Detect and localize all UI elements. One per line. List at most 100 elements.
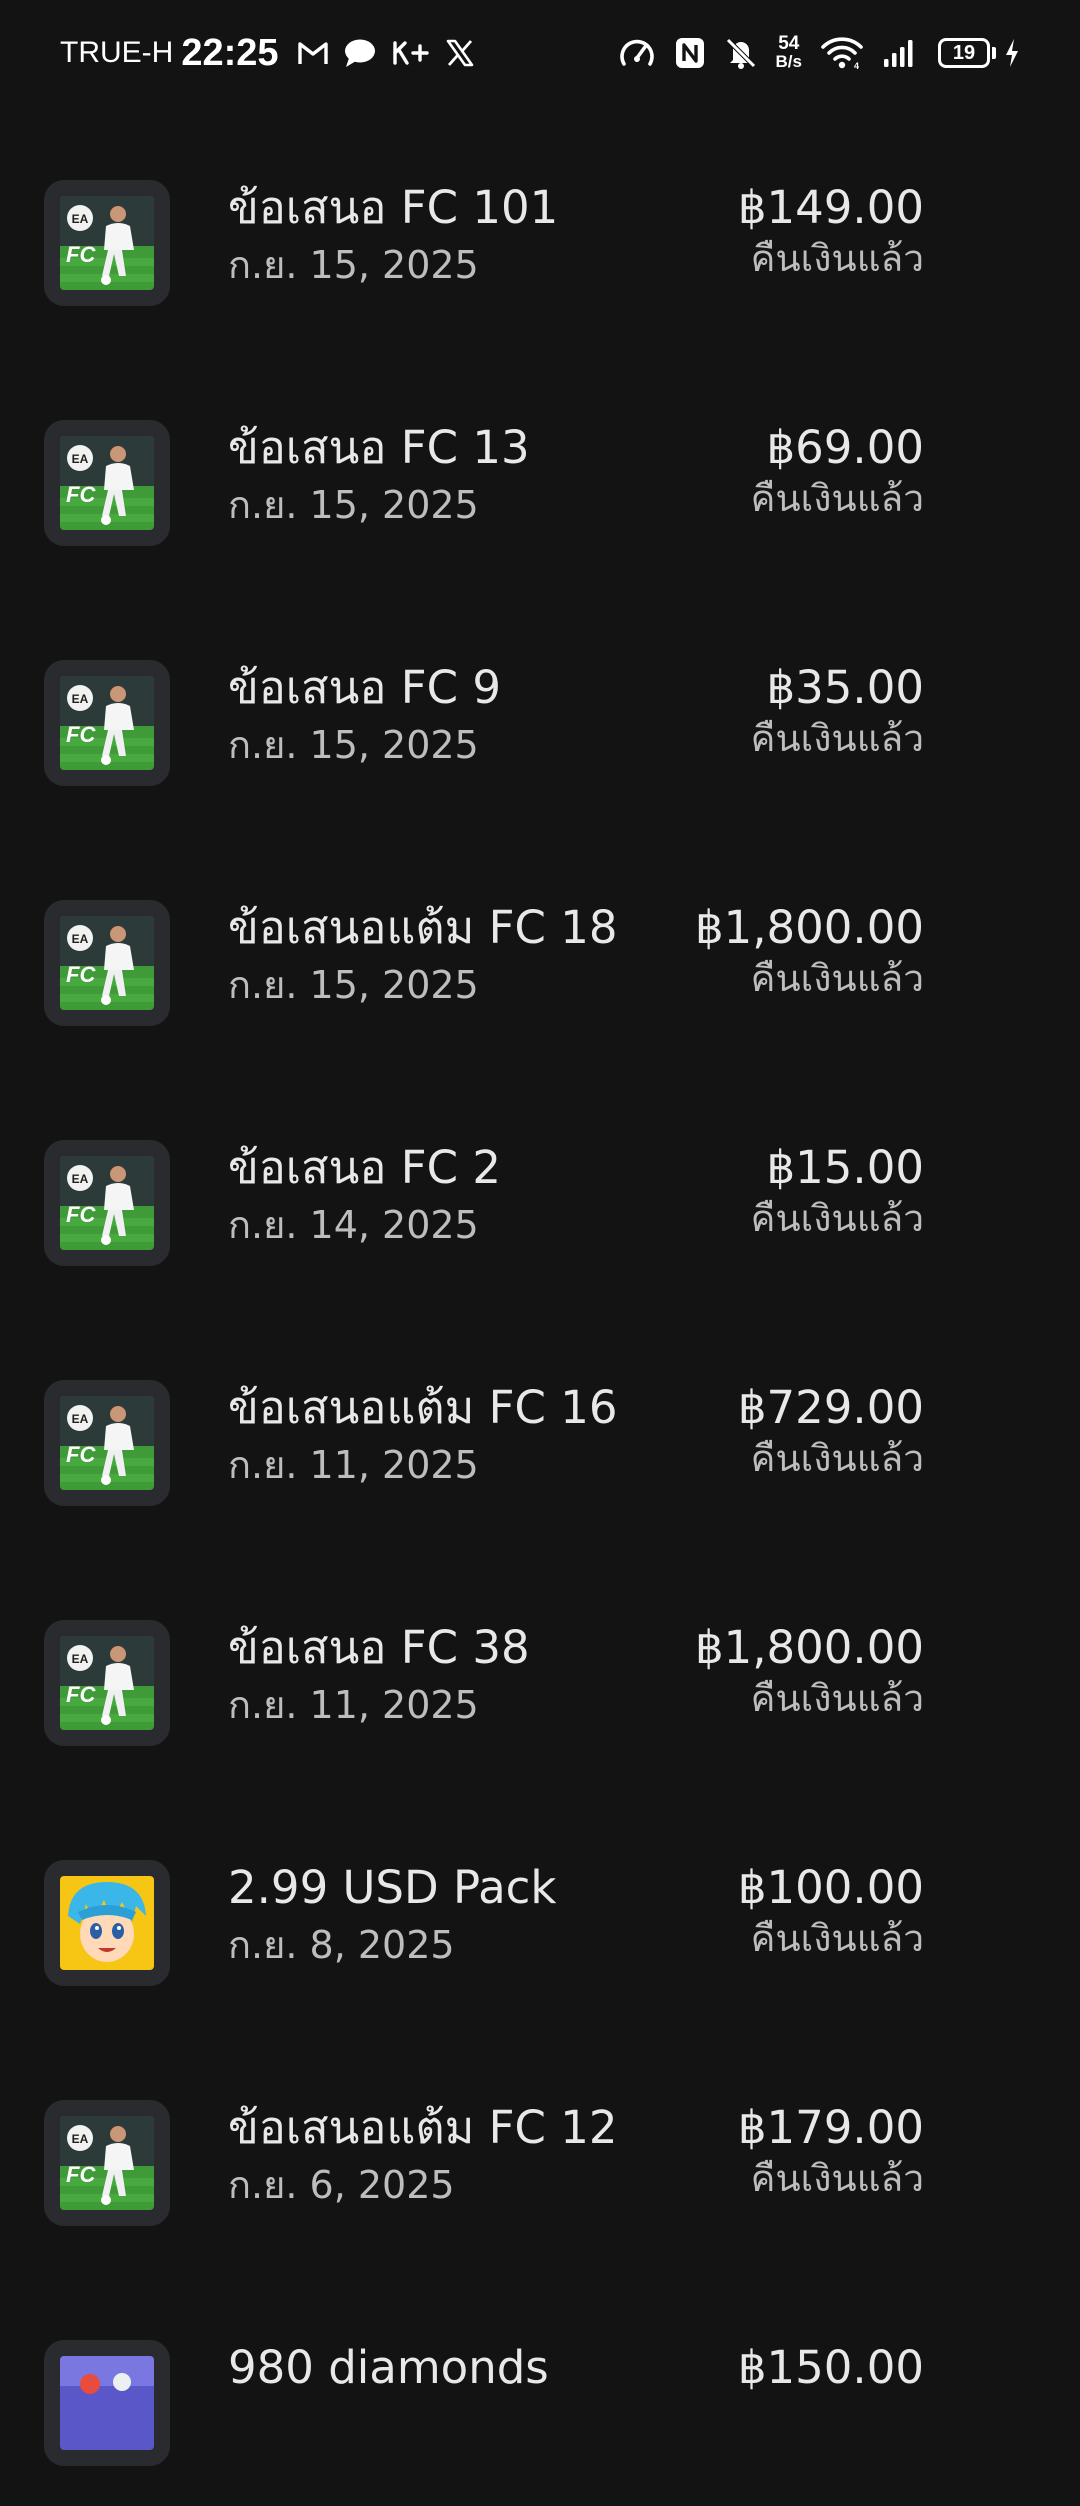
refund-status: คืนเงินแล้ว [750, 717, 924, 760]
svg-text:EA: EA [72, 452, 89, 466]
item-date: ก.ย. 6, 2025 [228, 2163, 455, 2207]
item-date: ก.ย. 15, 2025 [228, 963, 479, 1007]
purchase-row[interactable]: EA FC ข้อเสนอ FC 2 ก.ย. 14, 2025 ฿15.00 ค… [0, 1066, 1080, 1306]
fc-game-icon: EA FC [44, 420, 170, 546]
item-date: ก.ย. 11, 2025 [228, 1683, 479, 1727]
svg-text:EA: EA [72, 692, 89, 706]
refund-status: คืนเงินแล้ว [750, 237, 924, 280]
fc-game-icon: EA FC [44, 900, 170, 1026]
charging-icon [1004, 38, 1020, 68]
svg-text:4: 4 [854, 61, 859, 70]
item-title: ข้อเสนอ FC 101 [228, 181, 559, 234]
diamond-game-art [60, 2356, 154, 2450]
fc-game-art: EA FC [60, 196, 154, 290]
carrier-name: TRUE-H [60, 36, 174, 69]
item-title: ข้อเสนอแต้ม FC 16 [228, 1381, 618, 1434]
svg-text:FC: FC [66, 242, 96, 267]
purchase-row[interactable]: EA FC ข้อเสนอแต้ม FC 16 ก.ย. 11, 2025 ฿72… [0, 1306, 1080, 1546]
battery-indicator: 19 [938, 38, 996, 68]
network-speed-unit: B/s [775, 52, 802, 71]
svg-text:FC: FC [66, 2162, 96, 2187]
clock: 22:25 [181, 31, 279, 74]
battery-level: 19 [938, 38, 990, 68]
fc-game-icon: EA FC [44, 1380, 170, 1506]
purchase-row[interactable]: 2.99 USD Pack ก.ย. 8, 2025 ฿100.00 คืนเง… [0, 1786, 1080, 2026]
purchase-row[interactable]: EA FC ข้อเสนอแต้ม FC 18 ก.ย. 15, 2025 ฿1,… [0, 826, 1080, 1066]
anime-game-art [60, 1876, 154, 1970]
svg-text:FC: FC [66, 1202, 96, 1227]
fc-game-icon: EA FC [44, 2100, 170, 2226]
refund-status: คืนเงินแล้ว [750, 1437, 924, 1480]
fc-game-icon: EA FC [44, 1620, 170, 1746]
battery-tip [992, 47, 996, 59]
item-date: ก.ย. 15, 2025 [228, 483, 479, 527]
svg-text:EA: EA [72, 1172, 89, 1186]
svg-text:EA: EA [72, 932, 89, 946]
item-price: ฿1,800.00 [694, 1621, 924, 1674]
fc-game-art: EA FC [60, 1156, 154, 1250]
fc-game-icon: EA FC [44, 180, 170, 306]
item-price: ฿15.00 [766, 1141, 924, 1194]
item-price: ฿69.00 [766, 421, 924, 474]
network-speed: 54 B/s [775, 33, 802, 71]
chat-bubble-icon [343, 38, 377, 68]
svg-text:EA: EA [72, 212, 89, 226]
item-date: ก.ย. 11, 2025 [228, 1443, 479, 1487]
diamond-game-icon [44, 2340, 170, 2466]
wifi-icon: 4 [820, 36, 864, 70]
item-price: ฿729.00 [737, 1381, 924, 1434]
item-title: ข้อเสนอแต้ม FC 18 [228, 901, 618, 954]
item-date: ก.ย. 15, 2025 [228, 243, 479, 287]
refund-status: คืนเงินแล้ว [750, 957, 924, 1000]
item-date: ก.ย. 8, 2025 [228, 1923, 455, 1967]
refund-status: คืนเงินแล้ว [750, 2157, 924, 2200]
item-date: ก.ย. 14, 2025 [228, 1203, 479, 1247]
svg-text:EA: EA [72, 2132, 89, 2146]
purchase-row[interactable]: 980 diamonds ฿150.00 [0, 2266, 1080, 2506]
refund-status: คืนเงินแล้ว [750, 1197, 924, 1240]
fc-game-art: EA FC [60, 2116, 154, 2210]
fc-game-art: EA FC [60, 1396, 154, 1490]
svg-text:FC: FC [66, 1682, 96, 1707]
refund-status: คืนเงินแล้ว [750, 477, 924, 520]
signal-icon [882, 37, 920, 69]
fc-game-art: EA FC [60, 1636, 154, 1730]
x-icon [445, 39, 475, 67]
purchase-row[interactable]: EA FC ข้อเสนอแต้ม FC 12 ก.ย. 6, 2025 ฿179… [0, 2026, 1080, 2266]
purchase-row[interactable]: EA FC ข้อเสนอ FC 9 ก.ย. 15, 2025 ฿35.00 ค… [0, 586, 1080, 826]
anime-game-icon [44, 1860, 170, 1986]
purchase-row[interactable]: EA FC ข้อเสนอ FC 13 ก.ย. 15, 2025 ฿69.00 … [0, 346, 1080, 586]
svg-text:EA: EA [72, 1412, 89, 1426]
item-title: 2.99 USD Pack [228, 1861, 557, 1914]
item-price: ฿149.00 [737, 181, 924, 234]
item-title: ข้อเสนอ FC 13 [228, 421, 530, 474]
item-date: ก.ย. 15, 2025 [228, 723, 479, 767]
refund-status: คืนเงินแล้ว [750, 1917, 924, 1960]
item-price: ฿179.00 [737, 2101, 924, 2154]
item-price: ฿1,800.00 [694, 901, 924, 954]
purchase-row[interactable]: EA FC ข้อเสนอ FC 38 ก.ย. 11, 2025 ฿1,800.… [0, 1546, 1080, 1786]
svg-text:EA: EA [72, 1652, 89, 1666]
refund-status: คืนเงินแล้ว [750, 1677, 924, 1720]
item-title: ข้อเสนอแต้ม FC 12 [228, 2101, 618, 2154]
svg-text:FC: FC [66, 1442, 96, 1467]
purchase-history-list: EA FC ข้อเสนอ FC 101 ก.ย. 15, 2025 ฿149.0… [0, 106, 1080, 2506]
status-bar: TRUE-H 22:25 54 B/s 4 19 [0, 0, 1080, 106]
mute-icon [724, 36, 758, 70]
item-title: ข้อเสนอ FC 9 [228, 661, 501, 714]
network-speed-value: 54 [778, 33, 800, 54]
fc-game-art: EA FC [60, 916, 154, 1010]
fc-game-art: EA FC [60, 676, 154, 770]
item-price: ฿35.00 [766, 661, 924, 714]
svg-text:FC: FC [66, 962, 96, 987]
nfc-icon [674, 36, 706, 70]
data-saver-icon [618, 36, 656, 70]
svg-text:FC: FC [66, 482, 96, 507]
item-title: ข้อเสนอ FC 2 [228, 1141, 501, 1194]
purchase-row[interactable]: EA FC ข้อเสนอ FC 101 ก.ย. 15, 2025 ฿149.0… [0, 106, 1080, 346]
svg-text:FC: FC [66, 722, 96, 747]
gmail-icon [297, 40, 329, 66]
fc-game-art: EA FC [60, 436, 154, 530]
fc-game-icon: EA FC [44, 1140, 170, 1266]
kplus-icon [391, 40, 431, 66]
